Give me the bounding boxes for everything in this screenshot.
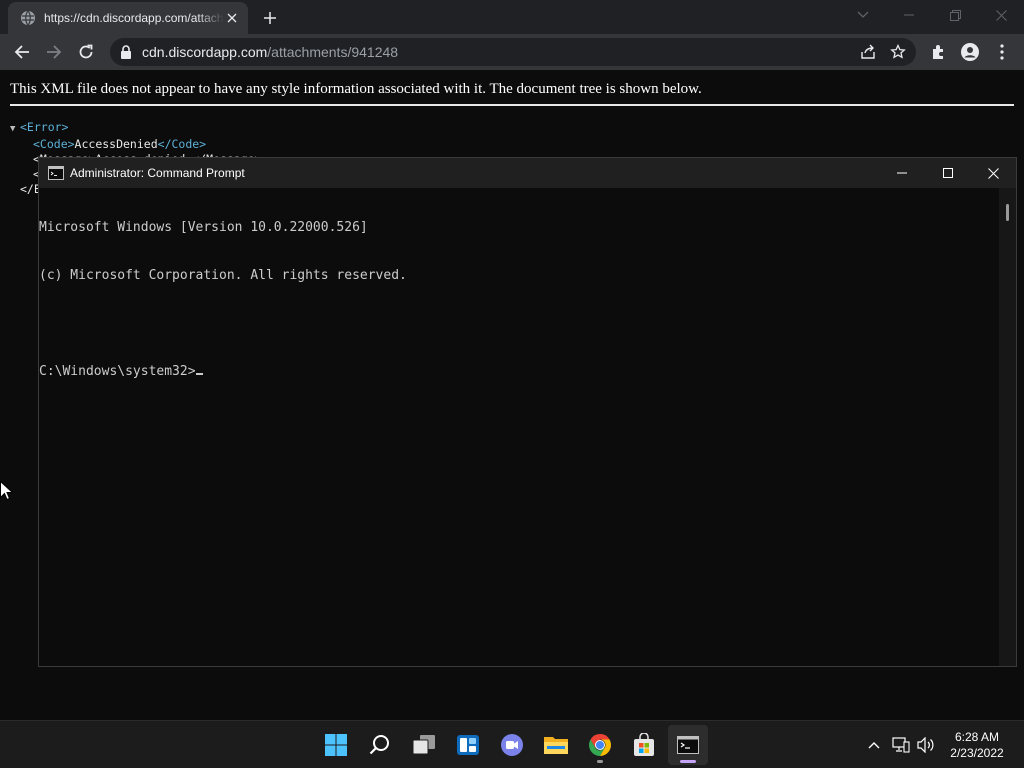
xml-style-notice: This XML file does not appear to have an… bbox=[10, 81, 1014, 106]
network-button[interactable] bbox=[891, 735, 911, 755]
tab-close-icon[interactable] bbox=[224, 10, 240, 26]
extensions-button[interactable] bbox=[926, 40, 950, 64]
text-cursor bbox=[195, 373, 203, 375]
command-prompt-taskbar-button[interactable] bbox=[668, 725, 708, 765]
widgets-button[interactable] bbox=[448, 725, 488, 765]
running-indicator bbox=[597, 760, 603, 763]
kebab-menu-icon bbox=[1000, 44, 1004, 60]
back-button[interactable] bbox=[10, 40, 34, 64]
cmd-maximize-button[interactable] bbox=[925, 158, 971, 188]
file-explorer-icon bbox=[544, 737, 568, 754]
url-host: cdn.discordapp.com bbox=[142, 44, 268, 60]
new-tab-button[interactable] bbox=[260, 8, 280, 28]
mouse-pointer-icon bbox=[0, 481, 12, 501]
cmd-output-line: (c) Microsoft Corporation. All rights re… bbox=[39, 268, 407, 283]
cmd-title-bar[interactable]: Administrator: Command Prompt bbox=[39, 158, 1016, 188]
start-button[interactable] bbox=[316, 725, 356, 765]
store-button[interactable] bbox=[624, 725, 664, 765]
cmd-prompt-line[interactable]: C:\Windows\system32> bbox=[39, 364, 999, 380]
puzzle-icon bbox=[933, 45, 943, 59]
reload-button[interactable] bbox=[74, 40, 98, 64]
taskbar: 6:28 AM 2/23/2022 bbox=[0, 720, 1024, 768]
cmd-minimize-button[interactable] bbox=[879, 158, 925, 188]
taskbar-clock[interactable]: 6:28 AM 2/23/2022 bbox=[936, 729, 1018, 761]
browser-tab-strip: https://cdn.discordapp.com/attachments/9… bbox=[0, 0, 1024, 34]
collapse-triangle-icon[interactable]: ▼ bbox=[10, 122, 20, 137]
lock-icon bbox=[121, 45, 131, 59]
command-prompt-icon bbox=[48, 166, 64, 180]
chevron-up-icon bbox=[868, 742, 880, 749]
minimize-browser-button[interactable] bbox=[886, 0, 932, 30]
task-view-button[interactable] bbox=[404, 725, 444, 765]
chrome-icon bbox=[589, 734, 611, 756]
chrome-button[interactable] bbox=[580, 725, 620, 765]
show-hidden-icons-button[interactable] bbox=[864, 735, 884, 755]
profile-button[interactable] bbox=[958, 40, 982, 64]
volume-icon bbox=[917, 737, 934, 753]
cmd-scrollbar[interactable] bbox=[999, 188, 1016, 666]
command-prompt-icon bbox=[677, 736, 699, 754]
search-icon bbox=[369, 735, 389, 755]
cmd-title: Administrator: Command Prompt bbox=[70, 166, 245, 180]
back-arrow-icon bbox=[14, 45, 29, 59]
share-icon[interactable] bbox=[860, 44, 876, 65]
forward-arrow-icon bbox=[47, 45, 62, 59]
cmd-output-line bbox=[39, 316, 999, 332]
address-bar[interactable]: cdn.discordapp.com/attachments/941248 bbox=[110, 38, 916, 66]
url-path: /attachments/941248 bbox=[267, 44, 399, 60]
browser-tab[interactable]: https://cdn.discordapp.com/attachments/9… bbox=[8, 2, 248, 34]
cmd-close-button[interactable] bbox=[970, 158, 1016, 188]
tab-search-button[interactable] bbox=[840, 0, 886, 30]
cmd-output-line: Microsoft Windows [Version 10.0.22000.52… bbox=[39, 220, 368, 235]
browser-menu-button[interactable] bbox=[990, 40, 1014, 64]
address-url: cdn.discordapp.com/attachments/941248 bbox=[142, 44, 398, 60]
teams-chat-icon bbox=[501, 734, 523, 756]
command-prompt-window[interactable]: Administrator: Command Prompt Microsoft … bbox=[38, 157, 1017, 667]
globe-icon bbox=[21, 10, 35, 26]
clock-date: 2/23/2022 bbox=[950, 746, 1004, 760]
cmd-prompt: C:\Windows\system32> bbox=[39, 364, 196, 379]
browser-toolbar: cdn.discordapp.com/attachments/941248 bbox=[0, 34, 1024, 70]
xml-error-open-line[interactable]: ▼ <Error> bbox=[10, 120, 261, 137]
profile-avatar-icon bbox=[961, 43, 979, 61]
network-icon bbox=[892, 737, 910, 753]
cmd-scrollbar-thumb[interactable] bbox=[1006, 204, 1009, 221]
start-icon bbox=[325, 734, 347, 756]
tab-title: https://cdn.discordapp.com/attachments/9… bbox=[44, 11, 224, 25]
teams-chat-button[interactable] bbox=[492, 725, 532, 765]
clock-time: 6:28 AM bbox=[954, 730, 1000, 744]
widgets-icon bbox=[457, 735, 479, 755]
active-indicator bbox=[680, 760, 696, 763]
forward-button[interactable] bbox=[42, 40, 66, 64]
bookmark-star-icon[interactable] bbox=[890, 43, 906, 65]
task-view-icon bbox=[412, 735, 435, 755]
cmd-console-output[interactable]: Microsoft Windows [Version 10.0.22000.52… bbox=[39, 188, 999, 666]
file-explorer-button[interactable] bbox=[536, 725, 576, 765]
xml-code-line: <Code>AccessDenied</Code> bbox=[33, 137, 207, 151]
search-button[interactable] bbox=[360, 725, 400, 765]
close-browser-button[interactable] bbox=[978, 0, 1024, 30]
reload-icon bbox=[79, 44, 93, 59]
restore-browser-button[interactable] bbox=[932, 0, 978, 30]
store-icon bbox=[634, 733, 654, 756]
volume-button[interactable] bbox=[916, 735, 936, 755]
